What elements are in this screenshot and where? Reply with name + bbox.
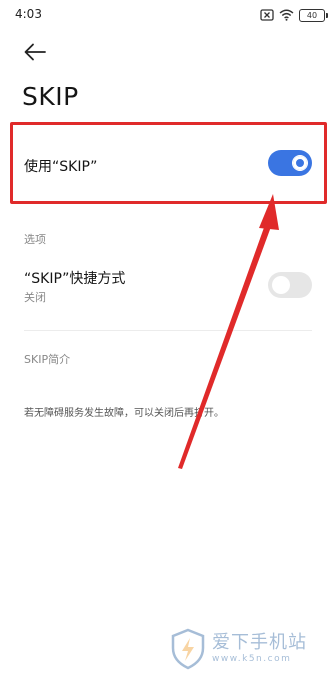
intro-section-label: SKIP简介 xyxy=(24,353,71,366)
skip-shortcut-title[interactable]: “SKIP”快捷方式 xyxy=(24,268,125,288)
status-time: 4:03 xyxy=(15,7,42,21)
page-title: SKIP xyxy=(22,82,79,111)
use-skip-toggle[interactable] xyxy=(268,150,312,176)
wifi-icon xyxy=(279,6,294,25)
status-bar: 4:03 40 xyxy=(0,0,335,32)
skip-shortcut-status: 关闭 xyxy=(24,291,46,304)
watermark-title: 爱下手机站 xyxy=(212,632,307,653)
divider xyxy=(24,330,312,331)
battery-icon: 40 xyxy=(299,8,328,22)
watermark-text: 爱下手机站 www.k5n.com xyxy=(212,634,307,664)
toggle-knob xyxy=(292,155,308,171)
toggle-knob xyxy=(272,276,290,294)
shield-bolt-logo xyxy=(171,628,205,670)
intro-description: 若无障碍服务发生故障，可以关闭后再打开。 xyxy=(24,408,224,419)
watermark: 爱下手机站 www.k5n.com xyxy=(170,628,307,670)
options-section-label: 选项 xyxy=(24,233,46,246)
status-icons: 40 xyxy=(260,6,328,25)
watermark-url: www.k5n.com xyxy=(212,654,292,664)
sim-blocked-icon xyxy=(260,6,274,25)
back-button[interactable] xyxy=(20,38,50,66)
use-skip-label: 使用“SKIP” xyxy=(24,159,98,175)
back-arrow-icon xyxy=(24,43,46,61)
screen: 4:03 40 SKIP 使用“SKIP” 选项 “SKIP”快捷方式 关闭 S… xyxy=(0,0,335,677)
skip-shortcut-toggle[interactable] xyxy=(268,272,312,298)
